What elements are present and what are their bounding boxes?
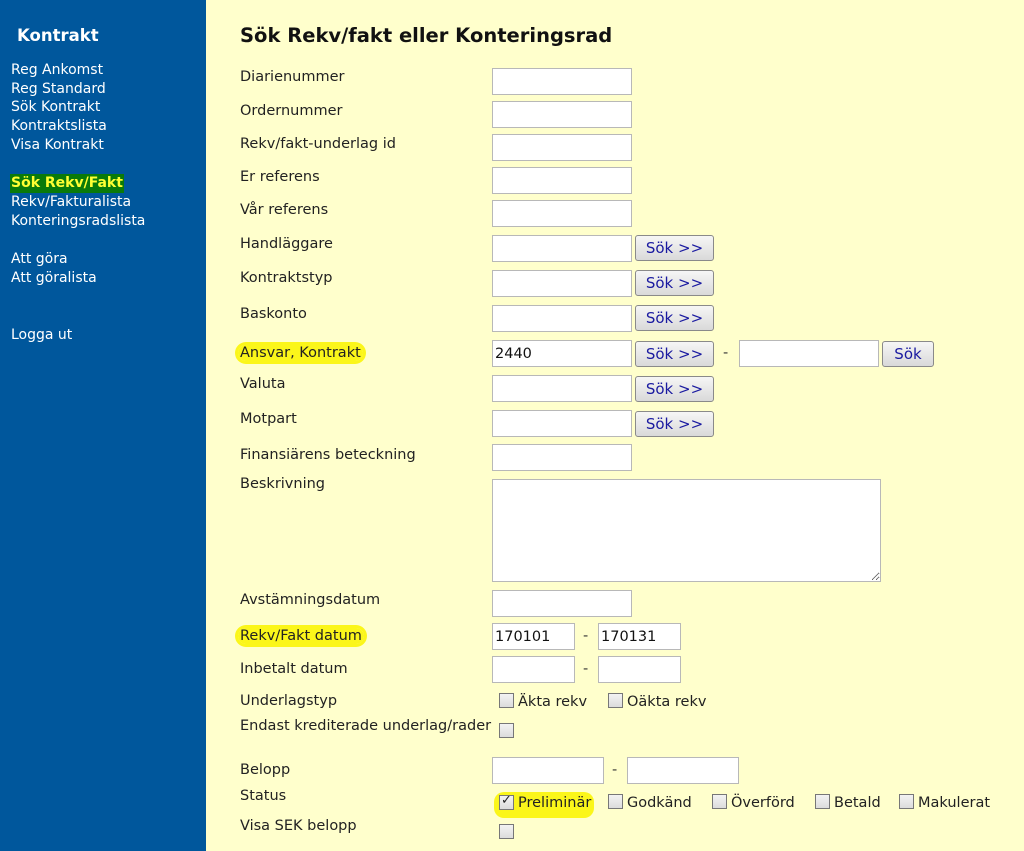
belopp-separator: - [612, 762, 618, 778]
kontrakt-search-button[interactable]: Sök [882, 341, 934, 367]
ansvar-kontrakt-label: Ansvar, Kontrakt [238, 345, 363, 361]
betald-label: Betald [834, 795, 881, 811]
inbetalt-datum-label: Inbetalt datum [240, 661, 348, 677]
sidebar-title: Kontrakt [17, 26, 99, 45]
sidebar-link-att-goralista[interactable]: Att göralista [11, 269, 97, 288]
akta-rekv-checkbox[interactable] [499, 693, 514, 708]
kontraktstyp-search-button[interactable]: Sök >> [635, 270, 714, 296]
baskonto-input[interactable] [492, 305, 632, 332]
ordernummer-input[interactable] [492, 101, 632, 128]
visa-sek-belopp-checkbox[interactable] [499, 824, 514, 839]
oakta-rekv-label: Oäkta rekv [627, 694, 707, 710]
godkand-checkbox[interactable] [608, 794, 623, 809]
beskrivning-label: Beskrivning [240, 476, 326, 492]
sidebar-link-sok-rekv-fakt[interactable]: Sök Rekv/Fakt [10, 174, 124, 193]
baskonto-search-button[interactable]: Sök >> [635, 305, 714, 331]
sidebar-link-att-gora[interactable]: Att göra [11, 250, 68, 269]
inbetalt-datum-from-input[interactable] [492, 656, 575, 683]
overford-checkbox[interactable] [712, 794, 727, 809]
akta-rekv-label: Äkta rekv [518, 694, 588, 710]
kontrakt-input[interactable] [739, 340, 879, 367]
handlaggare-label: Handläggare [240, 236, 333, 252]
valuta-label: Valuta [240, 376, 286, 392]
sidebar-link-rekv-fakturalista[interactable]: Rekv/Fakturalista [11, 193, 131, 212]
ansvar-kontrakt-label-text: Ansvar, Kontrakt [238, 345, 363, 361]
rekv-datum-separator: - [583, 628, 589, 644]
sidebar-link-konteringsradslista[interactable]: Konteringsradslista [11, 212, 145, 231]
sidebar-link-visa-kontrakt[interactable]: Visa Kontrakt [11, 136, 104, 155]
endast-krediterade-checkbox[interactable] [499, 723, 514, 738]
rekv-datum-from-input[interactable] [492, 623, 575, 650]
status-label: Status [240, 788, 287, 804]
rekv-datum-to-input[interactable] [598, 623, 681, 650]
inbetalt-datum-separator: - [583, 661, 589, 677]
er-referens-label: Er referens [240, 169, 320, 185]
rekv-fakt-datum-label: Rekv/Fakt datum [238, 628, 364, 644]
underlag-id-input[interactable] [492, 134, 632, 161]
handlaggare-input[interactable] [492, 235, 632, 262]
belopp-from-input[interactable] [492, 757, 604, 784]
makulerat-checkbox[interactable] [899, 794, 914, 809]
ordernummer-label: Ordernummer [240, 103, 343, 119]
finansiar-label: Finansiärens beteckning [240, 447, 416, 463]
belopp-label: Belopp [240, 762, 291, 778]
valuta-search-button[interactable]: Sök >> [635, 376, 714, 402]
ansvar-input[interactable] [492, 340, 632, 367]
page-title: Sök Rekv/fakt eller Konteringsrad [240, 24, 613, 47]
motpart-label: Motpart [240, 411, 297, 427]
motpart-input[interactable] [492, 410, 632, 437]
beskrivning-textarea[interactable] [492, 479, 881, 582]
belopp-to-input[interactable] [627, 757, 739, 784]
var-referens-input[interactable] [492, 200, 632, 227]
sidebar-link-reg-ankomst[interactable]: Reg Ankomst [11, 61, 103, 80]
rekv-fakt-datum-label-text: Rekv/Fakt datum [238, 628, 364, 644]
diarienummer-label: Diarienummer [240, 69, 345, 85]
endast-krediterade-label: Endast krediterade underlag/rader [240, 718, 492, 734]
er-referens-input[interactable] [492, 167, 632, 194]
ansvar-separator: - [723, 345, 729, 361]
handlaggare-search-button[interactable]: Sök >> [635, 235, 714, 261]
diarienummer-input[interactable] [492, 68, 632, 95]
sidebar-link-kontraktslista[interactable]: Kontraktslista [11, 117, 107, 136]
sidebar-link-reg-standard[interactable]: Reg Standard [11, 80, 106, 99]
var-referens-label: Vår referens [240, 202, 329, 218]
godkand-label: Godkänd [627, 795, 692, 811]
preliminar-label: Preliminär [518, 795, 592, 811]
avstamningsdatum-label: Avstämningsdatum [240, 592, 381, 608]
overford-label: Överförd [731, 795, 795, 811]
visa-sek-belopp-label: Visa SEK belopp [240, 818, 357, 834]
valuta-input[interactable] [492, 375, 632, 402]
oakta-rekv-checkbox[interactable] [608, 693, 623, 708]
sidebar: Kontrakt Reg Ankomst Reg Standard Sök Ko… [0, 0, 212, 851]
sidebar-link-logga-ut[interactable]: Logga ut [11, 326, 72, 345]
inbetalt-datum-to-input[interactable] [598, 656, 681, 683]
ansvar-search-button[interactable]: Sök >> [635, 341, 714, 367]
makulerat-label: Makulerat [918, 795, 991, 811]
preliminar-checkbox[interactable] [499, 793, 514, 810]
underlag-id-label: Rekv/fakt-underlag id [240, 136, 396, 152]
kontraktstyp-label: Kontraktstyp [240, 270, 333, 286]
finansiar-input[interactable] [492, 444, 632, 471]
avstamningsdatum-input[interactable] [492, 590, 632, 617]
kontraktstyp-input[interactable] [492, 270, 632, 297]
betald-checkbox[interactable] [815, 794, 830, 809]
underlagstyp-label: Underlagstyp [240, 693, 338, 709]
baskonto-label: Baskonto [240, 306, 307, 322]
motpart-search-button[interactable]: Sök >> [635, 411, 714, 437]
sidebar-link-sok-kontrakt[interactable]: Sök Kontrakt [11, 98, 100, 117]
